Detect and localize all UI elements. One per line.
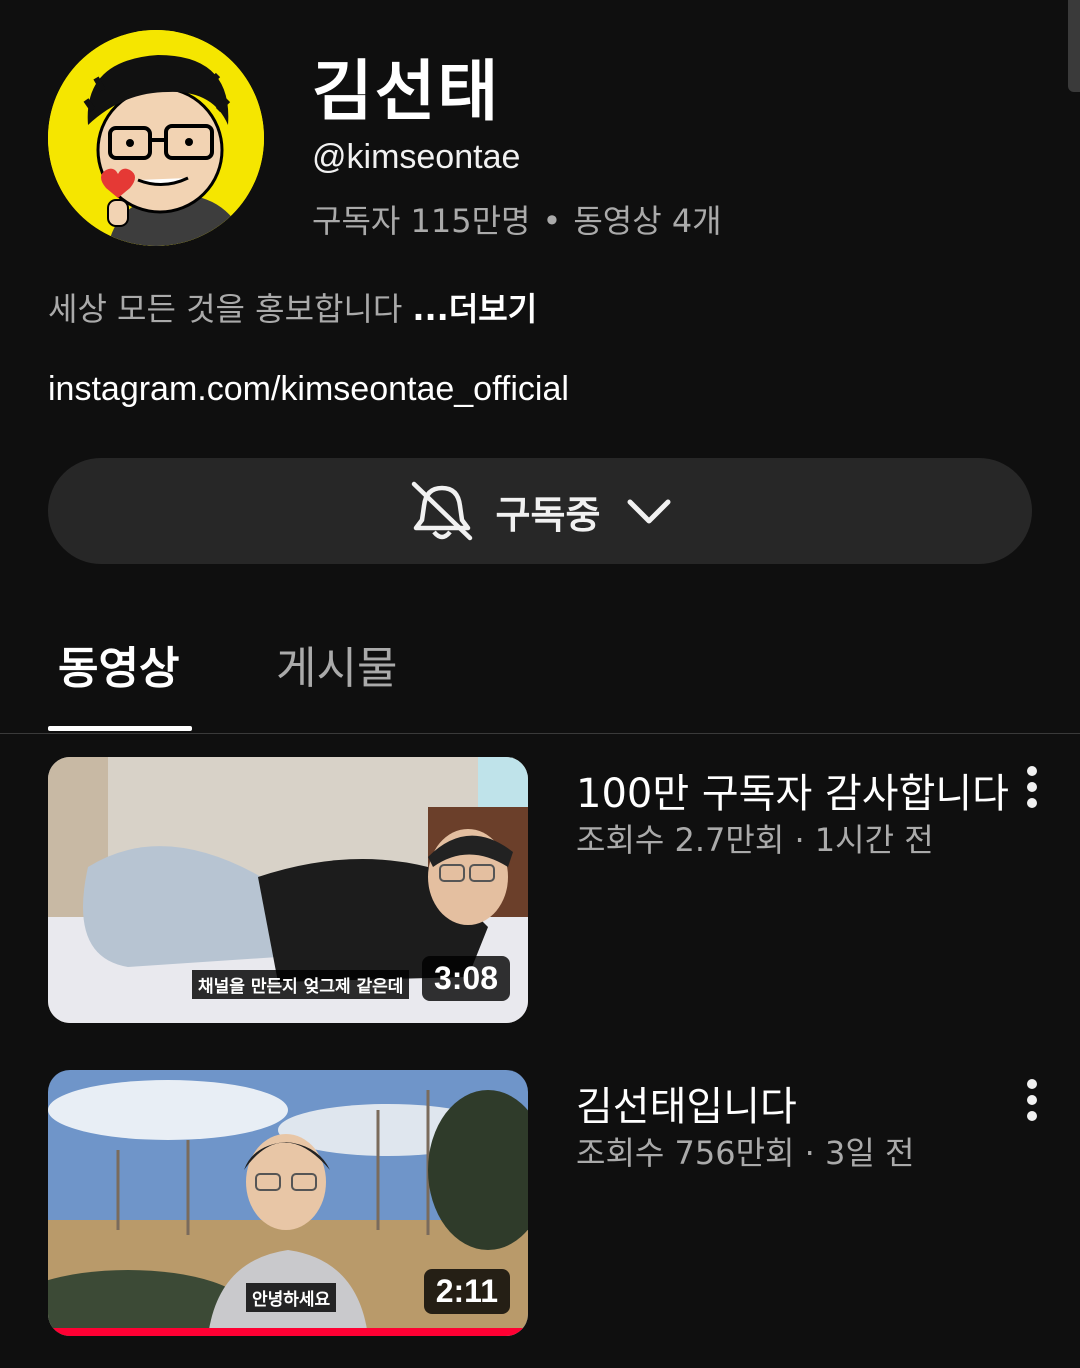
more-link[interactable]: ...더보기 — [412, 290, 537, 328]
scrollbar[interactable] — [1068, 0, 1080, 92]
video-title[interactable]: 100만 구독자 감사합니다 — [576, 761, 1009, 819]
channel-avatar[interactable] — [48, 30, 264, 246]
view-count: 조회수 756만회 — [576, 1134, 795, 1172]
video-item[interactable]: 채널을 만든지 엊그제 같은데 3:08 100만 구독자 감사합니다 조회수 … — [0, 757, 1080, 1023]
meta-separator: · — [794, 821, 805, 859]
video-duration: 2:11 — [423, 1269, 510, 1314]
meta-separator: · — [804, 1134, 815, 1172]
upload-age: 1시간 전 — [814, 821, 934, 859]
video-thumbnail[interactable]: 채널을 만든지 엊그제 같은데 3:08 — [48, 757, 528, 1023]
meta-separator: • — [542, 202, 562, 240]
channel-description[interactable]: 세상 모든 것을 홍보합니다 ...더보기 — [48, 284, 537, 330]
upload-age: 3일 전 — [824, 1134, 915, 1172]
video-count: 동영상 4개 — [573, 202, 722, 240]
subscribed-label: 구독중 — [495, 492, 601, 537]
description-text: 세상 모든 것을 홍보합니다 — [48, 290, 403, 328]
channel-link[interactable]: instagram.com/kimseontae_official — [48, 370, 569, 409]
view-count: 조회수 2.7만회 — [576, 821, 785, 859]
more-options-icon[interactable] — [1018, 1078, 1046, 1122]
video-duration: 3:08 — [421, 956, 510, 1001]
channel-name: 김선태 — [312, 53, 501, 130]
thumbnail-caption: 안녕하세요 — [246, 1283, 337, 1312]
watch-progress-bar — [48, 1328, 528, 1336]
subscribed-button[interactable]: 구독중 — [48, 458, 1032, 564]
subscriber-count: 구독자 115만명 — [312, 202, 531, 240]
channel-handle: @kimseontae — [312, 138, 521, 176]
active-tab-indicator — [48, 726, 192, 731]
channel-tabs: 동영상 게시물 — [0, 620, 1080, 734]
video-meta: 조회수 756만회 · 3일 전 — [576, 1128, 914, 1174]
channel-stats: 구독자 115만명 • 동영상 4개 — [312, 196, 722, 242]
tab-posts[interactable]: 게시물 — [276, 632, 397, 696]
cartoon-portrait-icon — [48, 30, 264, 246]
bell-off-icon — [411, 481, 472, 541]
chevron-down-icon — [627, 499, 671, 524]
video-thumbnail[interactable]: 안녕하세요 2:11 — [48, 1070, 528, 1336]
thumbnail-caption: 채널을 만든지 엊그제 같은데 — [192, 970, 410, 999]
video-item[interactable]: 안녕하세요 2:11 김선태입니다 조회수 756만회 · 3일 전 — [0, 1070, 1080, 1336]
video-title[interactable]: 김선태입니다 — [576, 1074, 797, 1132]
more-options-icon[interactable] — [1018, 765, 1046, 809]
video-meta: 조회수 2.7만회 · 1시간 전 — [576, 815, 934, 861]
tab-videos[interactable]: 동영상 — [58, 632, 179, 696]
